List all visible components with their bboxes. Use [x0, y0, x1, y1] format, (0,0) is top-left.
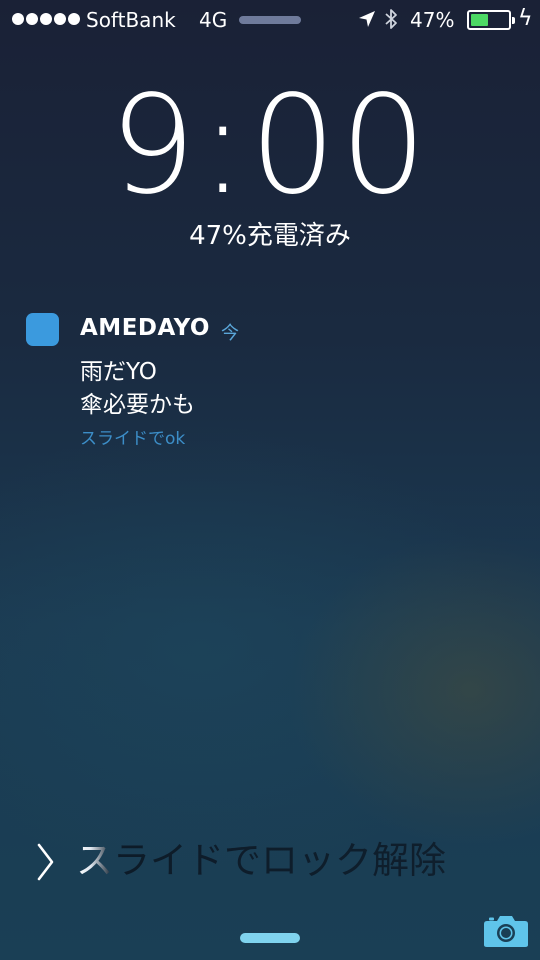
charging-status: 47%充電済み	[189, 221, 351, 251]
bluetooth-icon	[385, 9, 397, 29]
charging-bolt-icon: ϟ	[518, 6, 533, 31]
camera-icon[interactable]	[483, 912, 529, 948]
slide-to-unlock-label: スライドでロック解除	[76, 839, 446, 882]
battery-level-fill	[471, 14, 488, 26]
location-arrow-icon	[359, 11, 375, 27]
notification-slide-action[interactable]: スライドでok	[80, 424, 185, 449]
network-activity-bar	[239, 16, 301, 24]
slide-to-unlock[interactable]: スライドでロック解除	[36, 838, 516, 888]
battery-icon	[467, 10, 515, 30]
notification-app-name: AMEDAYO	[80, 315, 210, 341]
signal-strength-icon	[12, 13, 80, 25]
battery-percentage: 47%	[410, 8, 455, 32]
network-type: 4G	[199, 8, 228, 32]
carrier-name: SoftBank	[86, 8, 176, 32]
status-bar: SoftBank 4G 47% ϟ	[0, 0, 540, 40]
chevron-right-icon	[37, 843, 54, 881]
control-center-grabber[interactable]	[240, 933, 300, 943]
lock-screen-clock: 9:00	[109, 67, 431, 225]
notification-message-line1: 雨だYO	[80, 359, 157, 385]
notification-message-line2: 傘必要かも	[80, 392, 195, 418]
notification-time: 今	[221, 323, 239, 344]
app-icon	[26, 313, 59, 346]
